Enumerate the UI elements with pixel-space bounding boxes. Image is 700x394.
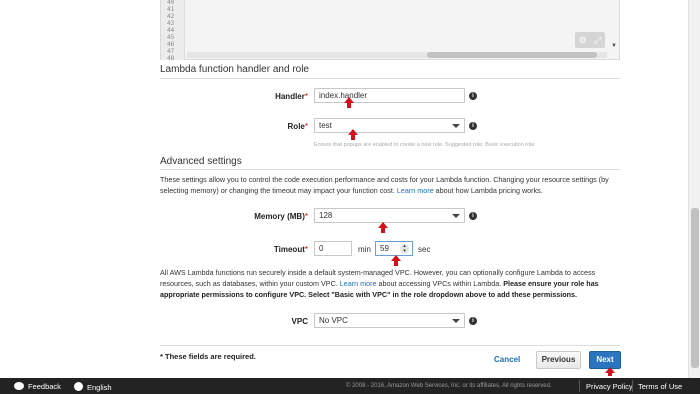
handler-label: Handler* — [275, 92, 308, 101]
line-number: 47 — [167, 48, 175, 55]
vpc-info-icon[interactable]: i — [469, 317, 477, 325]
language-selector[interactable]: English — [74, 382, 112, 392]
chevron-down-icon — [452, 319, 460, 323]
left-margin — [0, 0, 150, 378]
editor-gutter: 40 41 42 43 44 45 46 47 48 — [161, 0, 185, 62]
required-fields-note: * These fields are required. — [160, 352, 256, 361]
footer-separator — [579, 380, 580, 392]
cancel-button[interactable]: Cancel — [494, 355, 520, 364]
memory-label: Memory (MB)* — [254, 212, 308, 221]
timeout-seconds-value: 59 — [380, 244, 389, 253]
feedback-link[interactable]: Feedback — [14, 382, 61, 391]
seconds-unit: sec — [418, 245, 431, 254]
line-number: 41 — [167, 6, 175, 13]
editor-tools: ⚙ ⤢ — [575, 32, 605, 48]
handler-input[interactable]: index.handler — [314, 88, 465, 103]
timeout-minutes-input[interactable]: 0 — [314, 241, 352, 256]
role-info-icon[interactable]: i — [469, 122, 477, 130]
chevron-down-icon — [452, 214, 460, 218]
advanced-section-title: Advanced settings — [160, 156, 242, 167]
page-scrollbar[interactable] — [688, 0, 700, 378]
copyright-text: © 2008 - 2016, Amazon Web Services, Inc.… — [346, 382, 552, 389]
timeout-label: Timeout* — [273, 245, 308, 254]
handler-section-title: Lambda function handler and role — [160, 64, 309, 75]
memory-select[interactable]: 128 — [314, 208, 465, 223]
role-select-value: test — [319, 121, 332, 130]
stepper-icon[interactable]: ▴ ▾ — [400, 244, 409, 254]
advanced-description: These settings allow you to control the … — [160, 175, 609, 195]
memory-info-icon[interactable]: i — [469, 212, 477, 220]
page-scroll-thumb[interactable] — [691, 208, 699, 368]
role-hint: Ensure that popups are enabled to create… — [314, 142, 535, 148]
line-number: 43 — [167, 20, 175, 27]
handler-info-icon[interactable]: i — [469, 92, 477, 100]
terms-of-use-link[interactable]: Terms of Use — [638, 382, 682, 391]
gear-icon[interactable]: ⚙ — [579, 35, 587, 46]
pricing-learn-more-link[interactable]: Learn more — [397, 186, 434, 195]
line-number: 48 — [167, 55, 175, 62]
editor-scroll-thumb[interactable] — [427, 52, 597, 58]
vpc-select-value: No VPC — [319, 316, 348, 325]
line-number: 46 — [167, 41, 175, 48]
section-divider — [160, 78, 620, 79]
expand-icon[interactable]: ⤢ — [594, 35, 601, 46]
minutes-unit: min — [358, 245, 371, 254]
privacy-policy-link[interactable]: Privacy Policy — [586, 382, 633, 391]
console-footer: Feedback English © 2008 - 2016, Amazon W… — [0, 378, 700, 394]
code-editor[interactable]: 40 41 42 43 44 45 46 47 48 ⚙ ⤢ ▼ — [160, 0, 620, 62]
scroll-down-arrow-icon[interactable]: ▼ — [611, 43, 617, 49]
editor-horizontal-scrollbar[interactable] — [187, 52, 607, 58]
line-number: 44 — [167, 27, 175, 34]
chevron-down-icon — [452, 124, 460, 128]
vpc-select[interactable]: No VPC — [314, 313, 465, 328]
vpc-learn-more-link[interactable]: Learn more — [340, 279, 377, 288]
memory-select-value: 128 — [319, 211, 333, 220]
section-divider — [160, 169, 620, 170]
vpc-label: VPC — [291, 317, 308, 326]
section-divider — [160, 345, 620, 346]
role-label: Role* — [287, 122, 308, 131]
timeout-seconds-input[interactable]: 59 ▴ ▾ — [375, 241, 413, 256]
vpc-description: All AWS Lambda functions run securely in… — [160, 268, 599, 299]
line-number: 45 — [167, 34, 175, 41]
line-number: 42 — [167, 13, 175, 20]
globe-icon — [74, 382, 83, 391]
feedback-icon — [14, 382, 24, 390]
footer-separator — [632, 380, 633, 392]
previous-button[interactable]: Previous — [536, 351, 581, 369]
role-select[interactable]: test — [314, 118, 465, 133]
